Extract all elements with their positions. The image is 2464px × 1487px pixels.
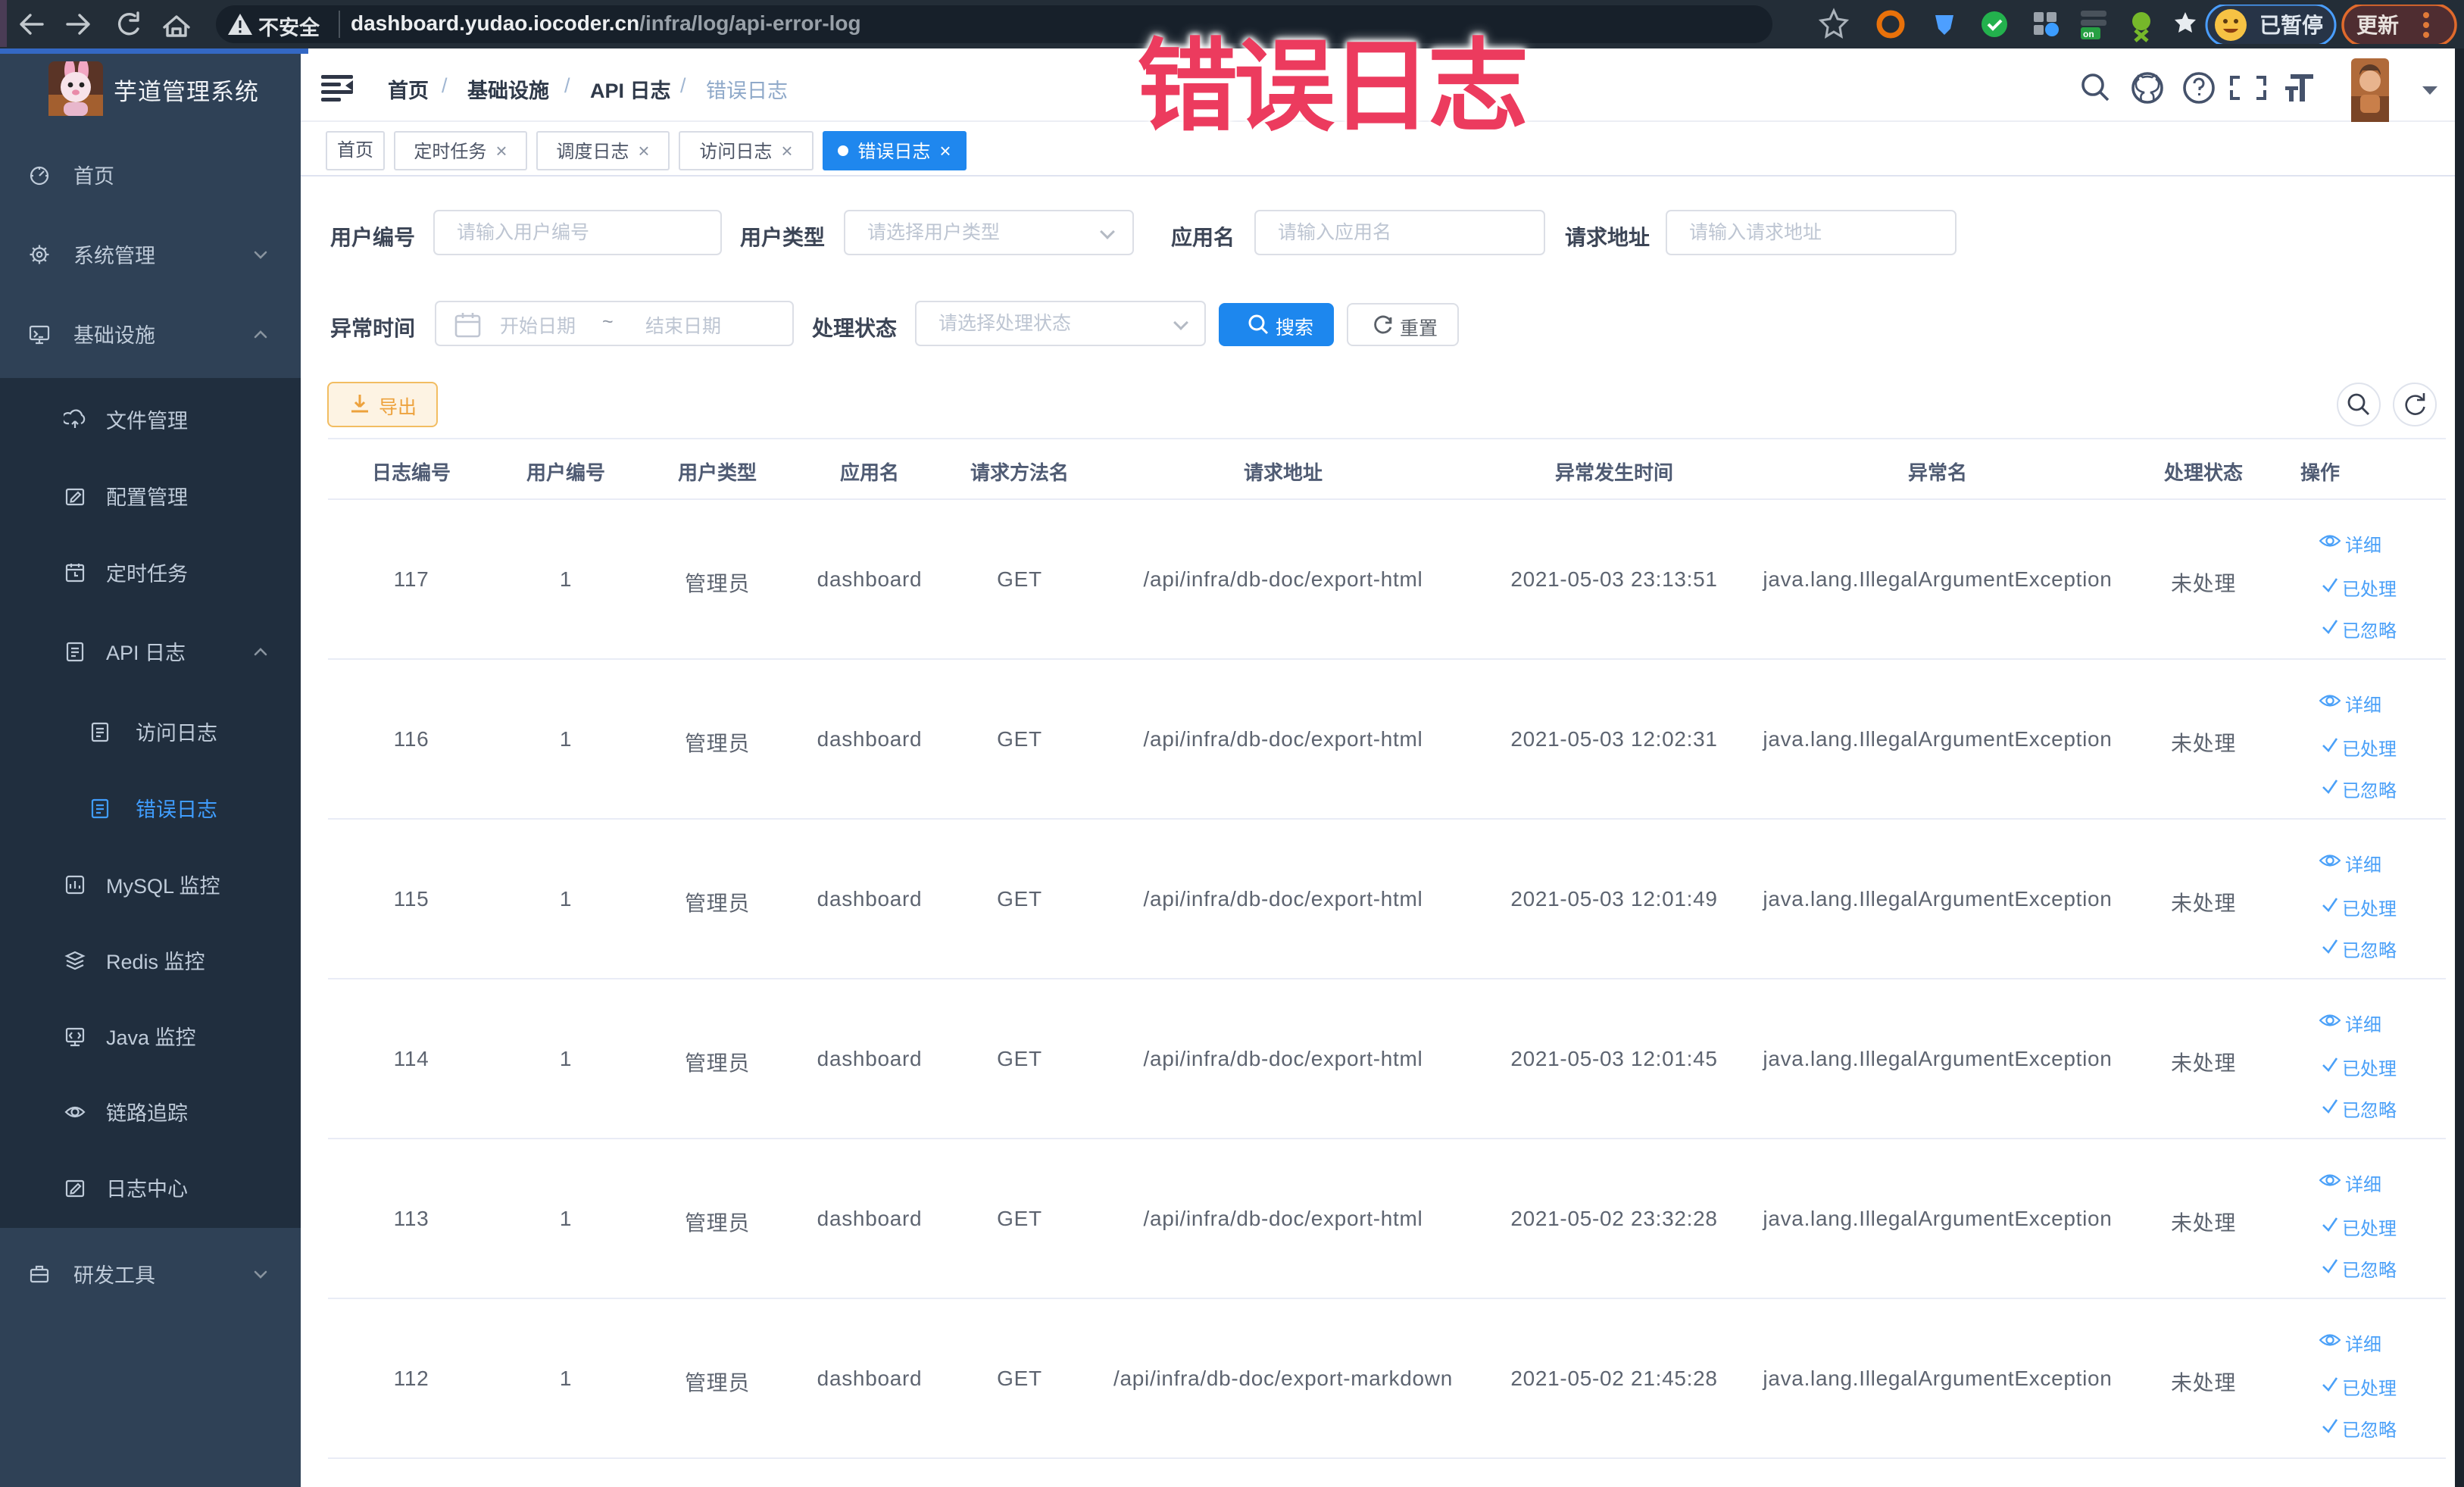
svg-text:更新: 更新 [2356, 14, 2399, 37]
svg-text:on: on [2083, 29, 2094, 39]
svg-text:已暂停: 已暂停 [2259, 13, 2323, 37]
